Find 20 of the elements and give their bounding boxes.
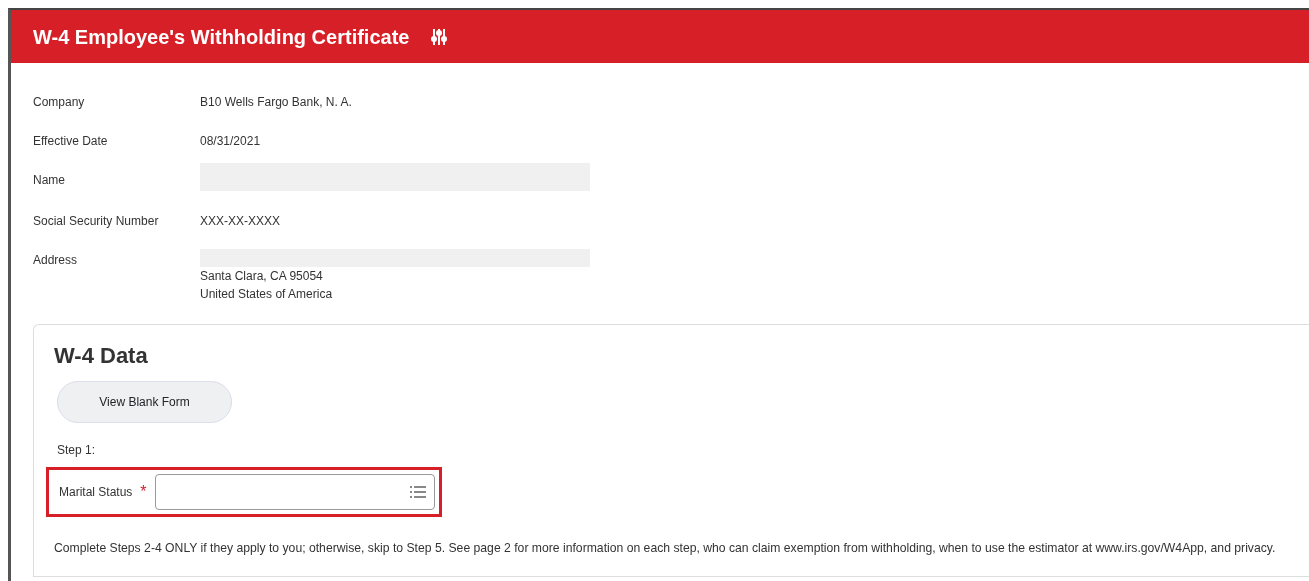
section-title: W-4 Data bbox=[54, 343, 149, 370]
field-value: United States of America bbox=[200, 286, 334, 303]
list-icon bbox=[409, 486, 426, 499]
field-value: 08/31/2021 bbox=[200, 133, 261, 150]
step-label: Step 1: bbox=[57, 442, 97, 460]
field-value: Santa Clara, CA 95054 bbox=[200, 268, 324, 285]
page-title: W-4 Employee's Withholding Certificate bbox=[33, 24, 410, 49]
field-label: Name bbox=[33, 172, 66, 189]
settings-icon[interactable] bbox=[431, 27, 448, 46]
field-label: Address bbox=[33, 252, 79, 269]
field-label: Marital Status bbox=[59, 484, 133, 502]
select-field[interactable] bbox=[154, 474, 435, 511]
instruction-text: Complete Steps 2-4 ONLY if they apply to you; otherwise, skip to Step 5. See page 2 for more information on each step, who can claim exemption from withholding, when to use the estimator at www.irs.gov/W4App, and privacy. bbox=[54, 540, 1277, 558]
field-value: B10 Wells Fargo Bank, N. A. bbox=[200, 94, 352, 111]
view-blank-form-button[interactable]: View Blank Form bbox=[57, 381, 232, 424]
field-label: Effective Date bbox=[33, 133, 109, 150]
field-label: Social Security Number bbox=[33, 213, 160, 230]
field-value: XXX-XX-XXXX bbox=[200, 213, 281, 230]
field-label: Company bbox=[33, 94, 86, 111]
required-mark: * bbox=[140, 482, 147, 503]
